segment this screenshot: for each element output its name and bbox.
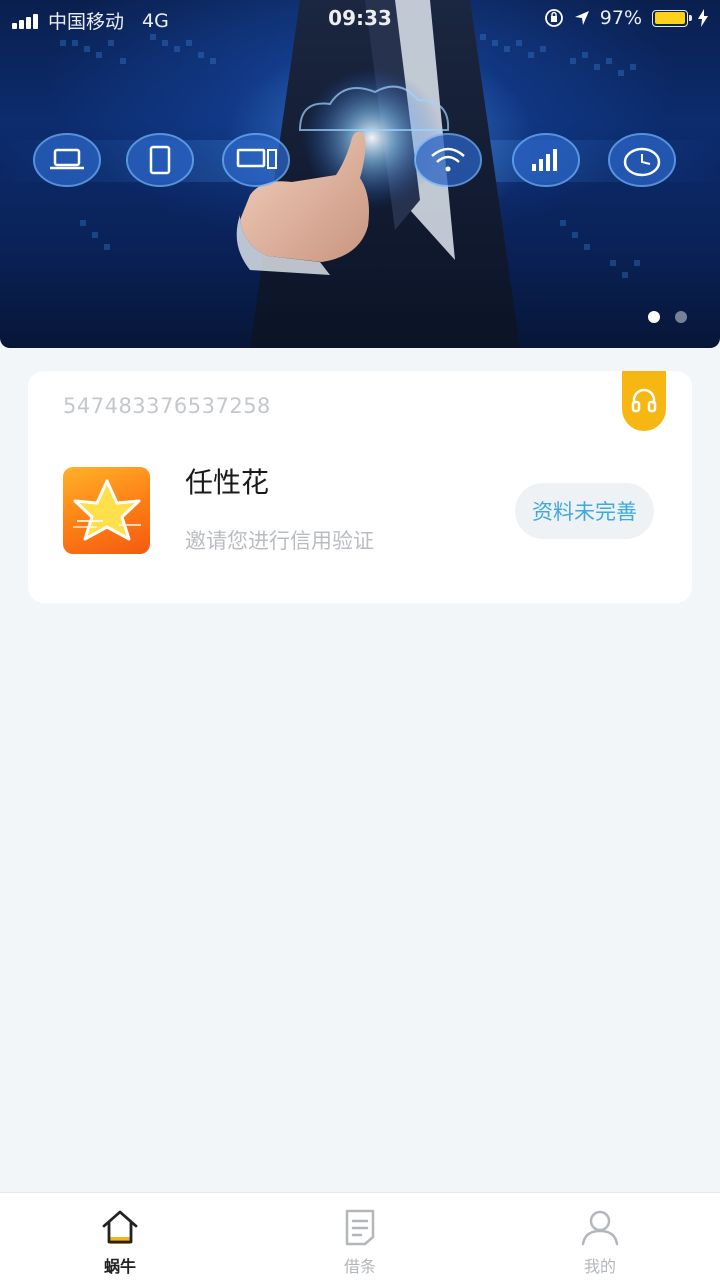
charging-bolt-icon [698, 9, 708, 27]
tab-home[interactable]: 蜗牛 [0, 1193, 240, 1280]
carousel-dot-2[interactable] [675, 311, 687, 323]
star-logo-icon [63, 467, 150, 554]
customer-service-button[interactable] [622, 371, 666, 431]
battery-icon [652, 9, 692, 27]
banner-image [0, 0, 720, 348]
signal-icon [512, 133, 580, 187]
banner-carousel[interactable]: 中国移动 4G 09:33 97% [0, 0, 720, 348]
profile-incomplete-button[interactable]: 资料未完善 [515, 483, 654, 539]
battery-percent: 97% [599, 7, 642, 29]
status-bar: 中国移动 4G 09:33 97% [0, 0, 720, 38]
tab-home-label: 蜗牛 [103, 1257, 136, 1276]
tab-iou-label: 借条 [343, 1257, 376, 1276]
clock-icon [608, 133, 676, 187]
wifi-icon [414, 133, 482, 187]
card-id-number: 547483376537258 [63, 394, 271, 418]
headset-icon [631, 388, 657, 413]
carousel-indicator[interactable] [648, 311, 687, 323]
product-name: 任性花 [185, 466, 270, 499]
desktop-icon [222, 133, 290, 187]
laptop-icon [33, 133, 101, 187]
tab-profile[interactable]: 我的 [480, 1193, 720, 1280]
document-icon [345, 1209, 375, 1246]
user-icon [581, 1210, 619, 1246]
tab-profile-label: 我的 [583, 1257, 616, 1276]
carousel-dot-1[interactable] [648, 311, 660, 323]
location-arrow-icon [574, 11, 589, 25]
orientation-lock-icon [544, 9, 563, 27]
tablet-icon [126, 133, 194, 187]
tab-iou[interactable]: 借条 [240, 1193, 480, 1280]
product-description: 邀请您进行信用验证 [185, 529, 374, 553]
bottom-tab-bar: 蜗牛 借条 我的 [0, 1192, 720, 1280]
home-icon [102, 1210, 138, 1244]
product-card[interactable]: 547483376537258 任性花 邀请您进行信用验证 资料未完善 [28, 371, 692, 603]
